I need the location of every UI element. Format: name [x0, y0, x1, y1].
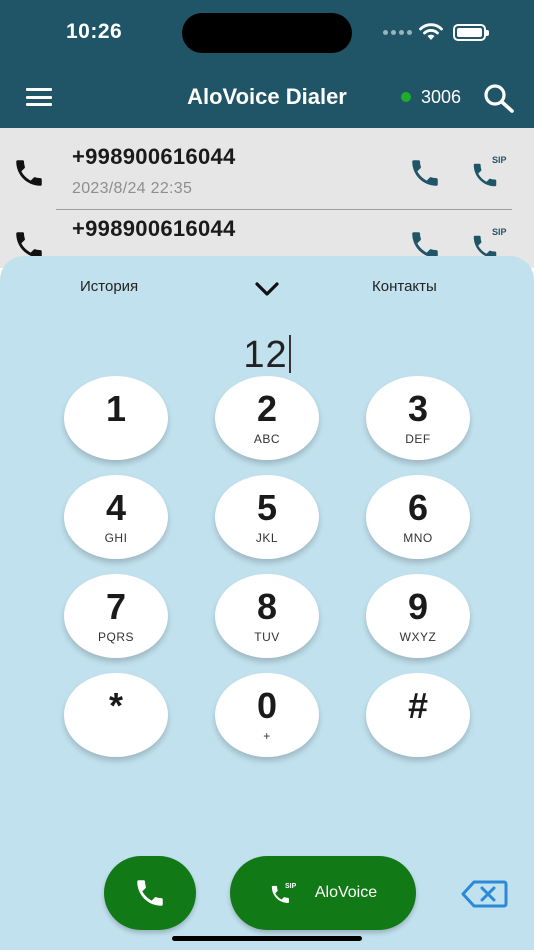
key-5[interactable]: 5 JKL [215, 475, 319, 559]
call-button[interactable] [104, 856, 196, 930]
tab-history[interactable]: История [80, 278, 138, 295]
key-letters: JKL [255, 531, 279, 545]
history-datetime: 2023/8/24 22:35 [72, 180, 193, 197]
key-4[interactable]: 4 GHI [64, 475, 168, 559]
key-9[interactable]: 9 WXYZ [366, 574, 470, 658]
key-hash[interactable]: # [366, 673, 470, 757]
sip-badge: SIP [285, 883, 297, 890]
key-0[interactable]: 0 + [215, 673, 319, 757]
dialer-sheet: История Контакты 12 1 2 ABC 3 DEF 4 GHI … [0, 256, 534, 950]
sip-badge: SIP [492, 155, 507, 165]
key-3[interactable]: 3 DEF [366, 376, 470, 460]
battery-icon [453, 24, 489, 41]
key-digit: 1 [105, 388, 127, 429]
signal-icon [383, 30, 412, 35]
sip-phone-icon: SIP [271, 883, 297, 903]
key-6[interactable]: 6 MNO [366, 475, 470, 559]
key-letters: + [263, 729, 271, 743]
dial-number-display[interactable]: 12 [0, 334, 534, 377]
key-1[interactable]: 1 [64, 376, 168, 460]
history-number: +998900616044 [72, 216, 236, 241]
wifi-icon [419, 23, 443, 40]
alovoice-call-button[interactable]: SIP AloVoice [230, 856, 416, 930]
key-digit: # [407, 685, 429, 726]
text-cursor [288, 335, 291, 373]
key-8[interactable]: 8 TUV [215, 574, 319, 658]
key-letters: DEF [405, 432, 431, 446]
key-letters: PQRS [97, 630, 134, 644]
tab-contacts[interactable]: Контакты [372, 278, 437, 295]
sip-phone-icon[interactable]: SIP [470, 154, 508, 190]
key-letters: GHI [104, 531, 128, 545]
phone-icon [137, 880, 163, 906]
key-7[interactable]: 7 PQRS [64, 574, 168, 658]
key-2[interactable]: 2 ABC [215, 376, 319, 460]
key-letters: WXYZ [399, 630, 437, 644]
search-icon[interactable] [483, 83, 515, 113]
sip-badge: SIP [492, 227, 507, 237]
key-digit: * [108, 685, 123, 726]
key-digit: 3 [407, 388, 429, 429]
key-digit: 6 [407, 487, 429, 528]
status-time: 10:26 [66, 20, 123, 43]
history-number: +998900616044 [72, 144, 236, 169]
key-digit: 0 [256, 685, 278, 726]
online-status-dot [401, 92, 411, 102]
backspace-icon[interactable] [460, 879, 508, 909]
alovoice-label: AloVoice [314, 884, 378, 901]
extension-number: 3006 [421, 87, 462, 107]
key-star[interactable]: * [64, 673, 168, 757]
list-item[interactable]: +998900616044 2023/8/24 22:35 SIP [0, 128, 534, 210]
key-digit: 4 [105, 487, 127, 528]
dial-number-value: 12 [243, 334, 288, 376]
phone-icon [16, 160, 42, 186]
phone-icon[interactable] [408, 156, 442, 190]
key-digit: 2 [256, 388, 278, 429]
key-digit: 5 [256, 487, 278, 528]
key-digit: 9 [407, 586, 429, 627]
home-indicator [172, 936, 362, 941]
key-letters: MNO [403, 531, 433, 545]
camera-notch [182, 13, 352, 53]
call-history-list: +998900616044 2023/8/24 22:35 SIP +99890… [0, 128, 534, 268]
app-header: 10:26 AloVoice Dialer 3006 [0, 0, 534, 128]
key-digit: 8 [256, 586, 278, 627]
key-letters: TUV [254, 630, 280, 644]
chevron-down-icon[interactable] [253, 280, 281, 298]
key-digit: 7 [105, 586, 127, 627]
key-letters: ABC [253, 432, 281, 446]
